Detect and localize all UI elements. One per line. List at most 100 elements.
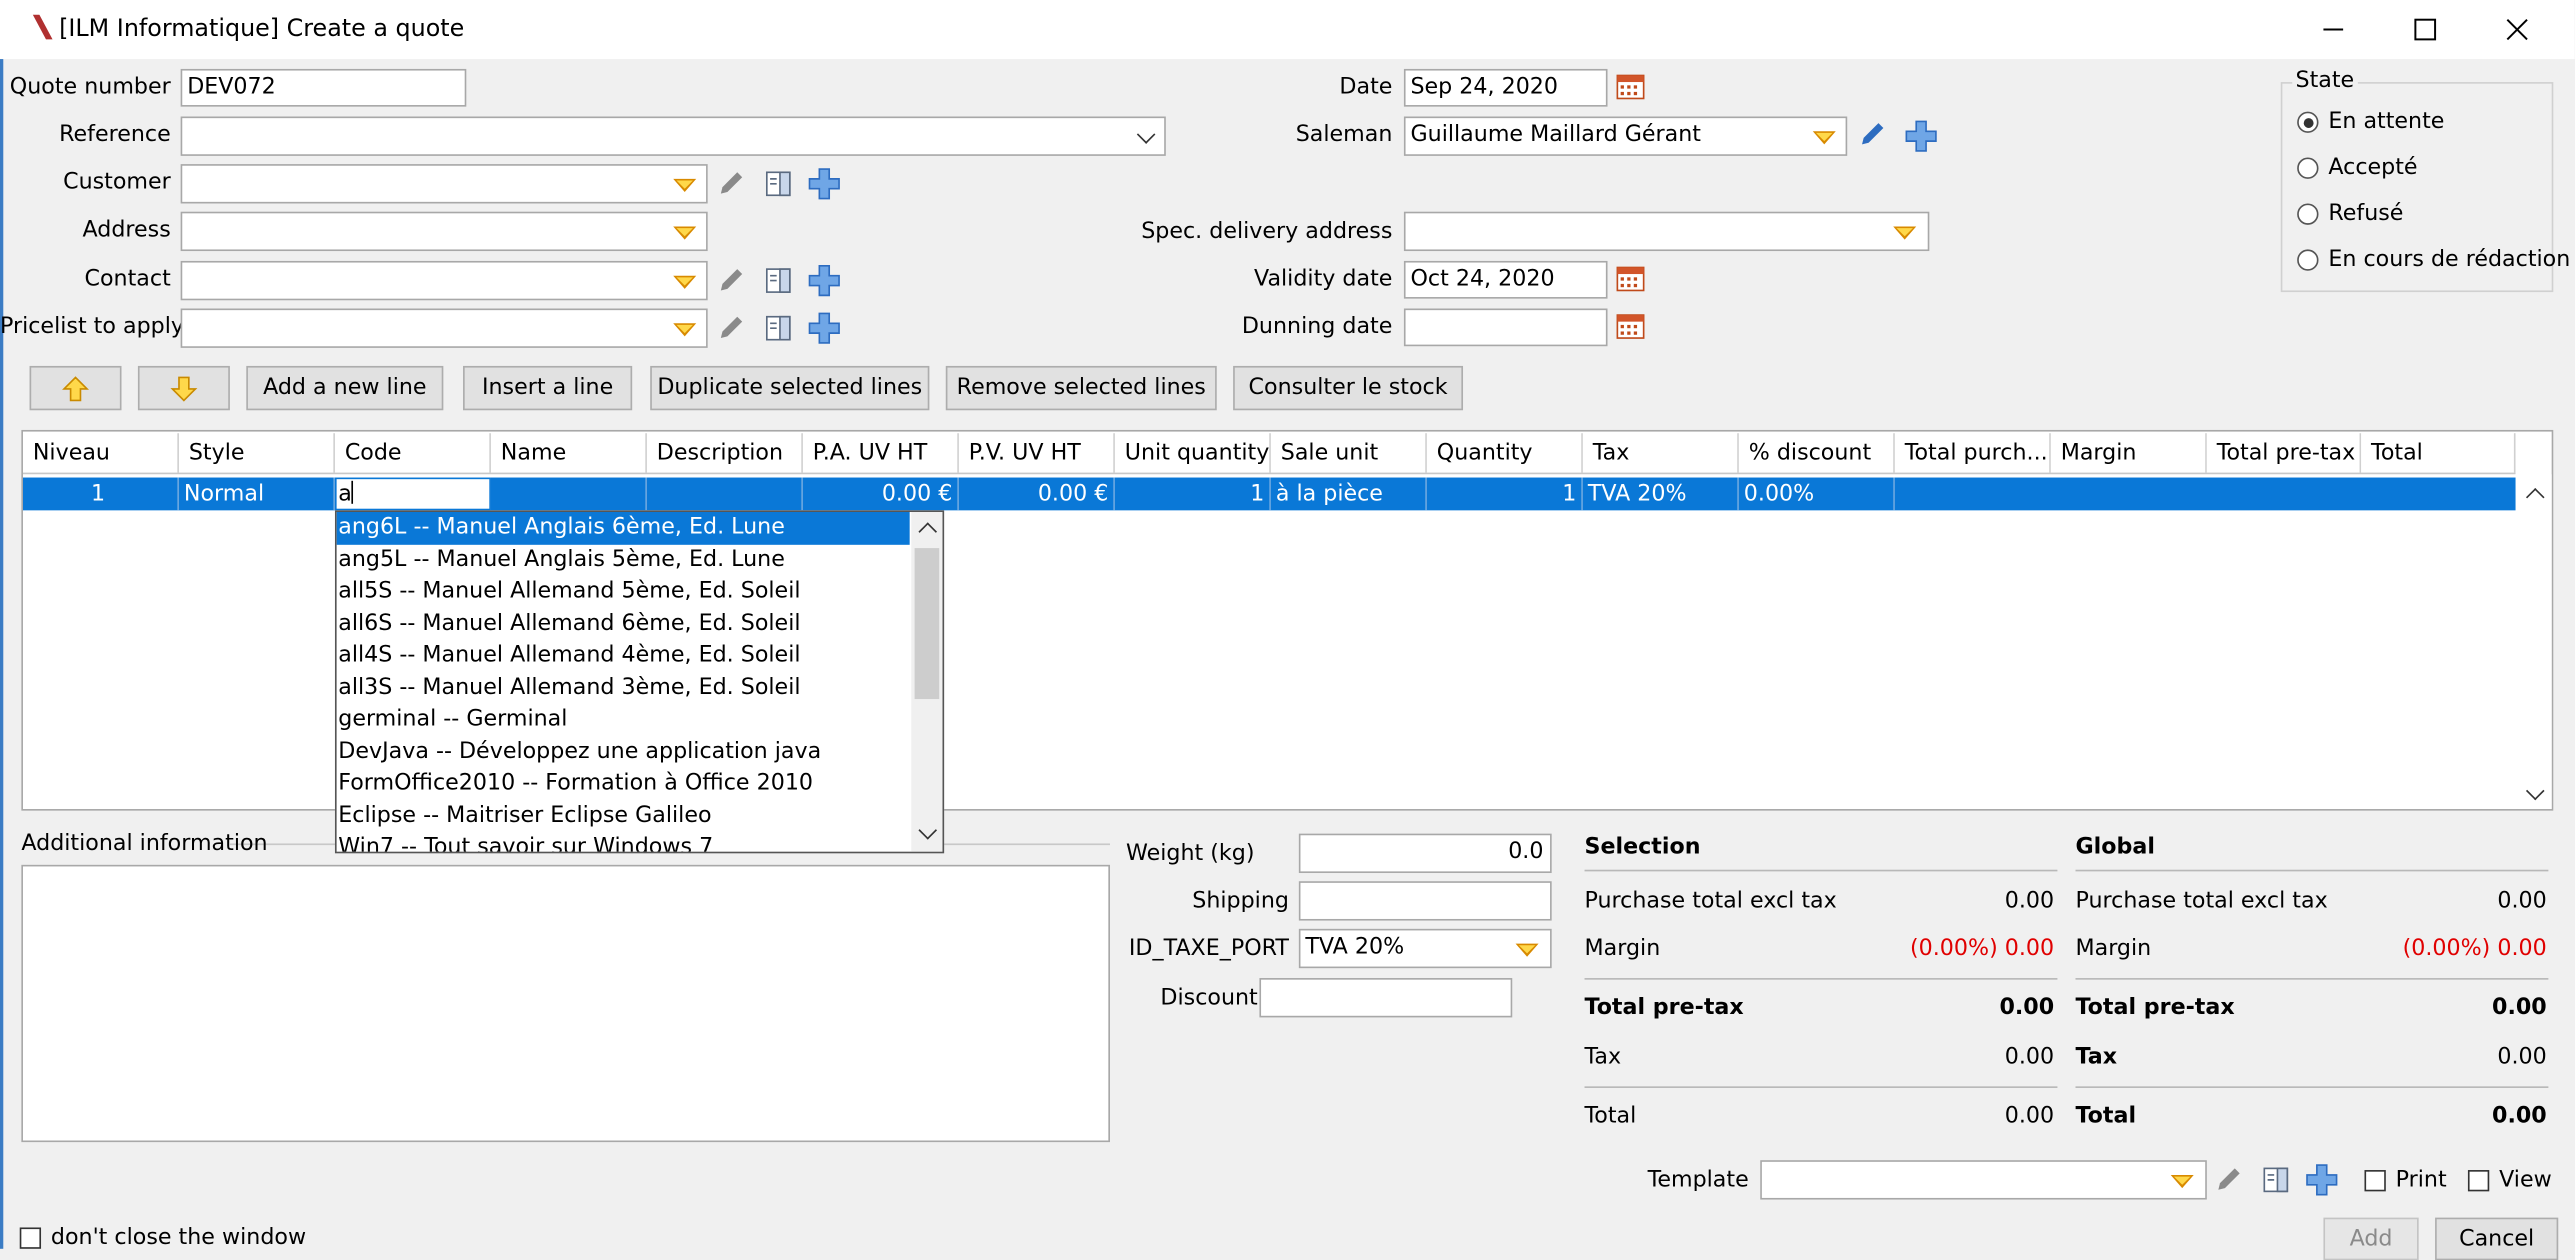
- contact-add-plus-icon[interactable]: [808, 264, 841, 297]
- autocomplete-scroll-thumb[interactable]: [914, 548, 940, 700]
- state-option-label[interactable]: Refusé: [2328, 199, 2403, 229]
- dunning-field[interactable]: [1403, 308, 1608, 347]
- column-header[interactable]: Code: [334, 433, 491, 473]
- salesman-dropdown-icon[interactable]: [1812, 131, 1836, 145]
- table-scrollbar[interactable]: [2518, 474, 2552, 810]
- customer-details-icon[interactable]: [765, 171, 791, 197]
- column-header[interactable]: % discount: [1738, 433, 1895, 473]
- cell-name[interactable]: [491, 477, 647, 511]
- autocomplete-item[interactable]: FormOffice2010 -- Formation à Office 201…: [337, 768, 910, 800]
- cell-sale-unit[interactable]: à la pièce: [1271, 477, 1427, 511]
- autocomplete-item[interactable]: all3S -- Manuel Allemand 3ème, Ed. Solei…: [337, 672, 910, 704]
- address-combo[interactable]: [180, 211, 708, 252]
- customer-add-plus-icon[interactable]: [808, 167, 841, 200]
- column-header[interactable]: P.A. UV HT: [802, 433, 959, 473]
- customer-edit-pencil-icon[interactable]: [716, 169, 746, 199]
- column-header[interactable]: Unit quantity: [1114, 433, 1271, 473]
- template-edit-pencil-icon[interactable]: [2213, 1165, 2243, 1195]
- autocomplete-scrollbar[interactable]: [911, 511, 943, 852]
- autocomplete-item[interactable]: germinal -- Germinal: [337, 704, 910, 736]
- autocomplete-item[interactable]: Win7 -- Tout savoir sur Windows 7: [337, 832, 910, 852]
- contact-dropdown-icon[interactable]: [673, 275, 697, 289]
- print-label[interactable]: Print: [2396, 1165, 2447, 1195]
- column-header[interactable]: Margin: [2050, 433, 2207, 473]
- shipping-field[interactable]: [1298, 881, 1552, 921]
- cell-sale-price[interactable]: 0.00 €: [959, 477, 1115, 511]
- column-header[interactable]: P.V. UV HT: [958, 433, 1115, 473]
- autocomplete-item[interactable]: ang6L -- Manuel Anglais 6ème, Ed. Lune: [336, 511, 910, 544]
- validity-calendar-icon[interactable]: [1616, 266, 1646, 292]
- autocomplete-item[interactable]: all4S -- Manuel Allemand 4ème, Ed. Solei…: [337, 640, 910, 672]
- view-label[interactable]: View: [2499, 1165, 2552, 1195]
- move-up-button[interactable]: [29, 365, 122, 411]
- cell-unit-quantity[interactable]: 1: [1115, 477, 1271, 511]
- pricelist-combo[interactable]: [180, 308, 708, 348]
- view-checkbox[interactable]: [2467, 1170, 2490, 1192]
- print-checkbox[interactable]: [2364, 1170, 2386, 1192]
- customer-combo[interactable]: [180, 164, 708, 204]
- salesman-add-plus-icon[interactable]: [1905, 120, 1938, 153]
- pricelist-edit-pencil-icon[interactable]: [716, 313, 746, 343]
- autocomplete-item[interactable]: all6S -- Manuel Allemand 6ème, Ed. Solei…: [337, 608, 910, 640]
- cell-tax[interactable]: TVA 20%: [1583, 477, 1739, 511]
- column-header[interactable]: Total pre-tax: [2206, 433, 2362, 473]
- cell-style[interactable]: Normal: [179, 477, 335, 511]
- shipping-tax-combo[interactable]: TVA 20%: [1298, 928, 1552, 969]
- contact-details-icon[interactable]: [765, 267, 791, 293]
- template-dropdown-icon[interactable]: [2170, 1174, 2194, 1189]
- template-details-icon[interactable]: [2263, 1167, 2289, 1193]
- move-down-button[interactable]: [137, 365, 230, 411]
- address-dropdown-icon[interactable]: [673, 226, 697, 240]
- state-radio-en-cours[interactable]: [2297, 249, 2319, 271]
- column-header[interactable]: Tax: [1582, 433, 1739, 473]
- cell-description[interactable]: [647, 477, 803, 511]
- scroll-up-icon[interactable]: [918, 522, 938, 541]
- insert-line-button[interactable]: Insert a line: [463, 365, 633, 411]
- code-input-text[interactable]: a: [337, 481, 352, 507]
- autocomplete-item[interactable]: ang5L -- Manuel Anglais 5ème, Ed. Lune: [337, 544, 910, 576]
- dunning-calendar-icon[interactable]: [1616, 313, 1646, 339]
- pricelist-add-plus-icon[interactable]: [808, 312, 841, 345]
- code-autocomplete-list[interactable]: ang6L -- Manuel Anglais 6ème, Ed. Lune a…: [334, 510, 945, 854]
- contact-edit-pencil-icon[interactable]: [716, 266, 746, 296]
- template-add-plus-icon[interactable]: [2305, 1163, 2338, 1196]
- cell-discount[interactable]: 0.00%: [1739, 477, 1895, 511]
- autocomplete-item[interactable]: DevJava -- Développez une application ja…: [337, 736, 910, 768]
- customer-dropdown-icon[interactable]: [673, 178, 697, 192]
- close-icon[interactable]: [2504, 16, 2530, 42]
- quote-number-field[interactable]: DEV072: [180, 68, 467, 107]
- date-field[interactable]: Sep 24, 2020: [1403, 68, 1608, 107]
- column-header[interactable]: Sale unit: [1270, 433, 1427, 473]
- column-header[interactable]: Name: [490, 433, 647, 473]
- cancel-button[interactable]: Cancel: [2435, 1217, 2559, 1260]
- column-header[interactable]: Quantity: [1426, 433, 1583, 473]
- contact-combo[interactable]: [180, 260, 708, 301]
- additional-info-textarea[interactable]: [21, 864, 1110, 1143]
- pricelist-details-icon[interactable]: [765, 315, 791, 341]
- maximize-icon[interactable]: [2412, 16, 2438, 42]
- spec-delivery-dropdown-icon[interactable]: [1893, 226, 1917, 240]
- state-option-label[interactable]: En attente: [2328, 107, 2444, 137]
- pricelist-dropdown-icon[interactable]: [673, 323, 697, 337]
- remove-lines-button[interactable]: Remove selected lines: [945, 365, 1217, 411]
- column-header[interactable]: Niveau: [22, 433, 179, 473]
- date-calendar-icon[interactable]: [1616, 74, 1646, 100]
- template-combo[interactable]: [1760, 1160, 2207, 1200]
- autocomplete-item[interactable]: all5S -- Manuel Allemand 5ème, Ed. Solei…: [337, 576, 910, 608]
- state-radio-accepte[interactable]: [2297, 157, 2319, 179]
- spec-delivery-combo[interactable]: [1403, 211, 1930, 252]
- scroll-down-icon[interactable]: [918, 821, 938, 840]
- autocomplete-item[interactable]: Eclipse -- Maitriser Eclipse Galileo: [337, 800, 910, 832]
- column-header[interactable]: Description: [646, 433, 803, 473]
- column-header[interactable]: Style: [178, 433, 335, 473]
- dont-close-label[interactable]: don't close the window: [51, 1223, 306, 1253]
- shipping-tax-dropdown-icon[interactable]: [1515, 943, 1539, 957]
- duplicate-lines-button[interactable]: Duplicate selected lines: [650, 365, 930, 411]
- state-radio-refuse[interactable]: [2297, 203, 2319, 225]
- salesman-combo[interactable]: Guillaume Maillard Gérant: [1403, 116, 1848, 156]
- cell-quantity[interactable]: 1: [1427, 477, 1583, 511]
- minimize-icon[interactable]: [2320, 18, 2346, 41]
- salesman-edit-pencil-icon[interactable]: [1857, 120, 1887, 150]
- add-line-button[interactable]: Add a new line: [246, 365, 444, 411]
- dont-close-checkbox[interactable]: [19, 1227, 42, 1249]
